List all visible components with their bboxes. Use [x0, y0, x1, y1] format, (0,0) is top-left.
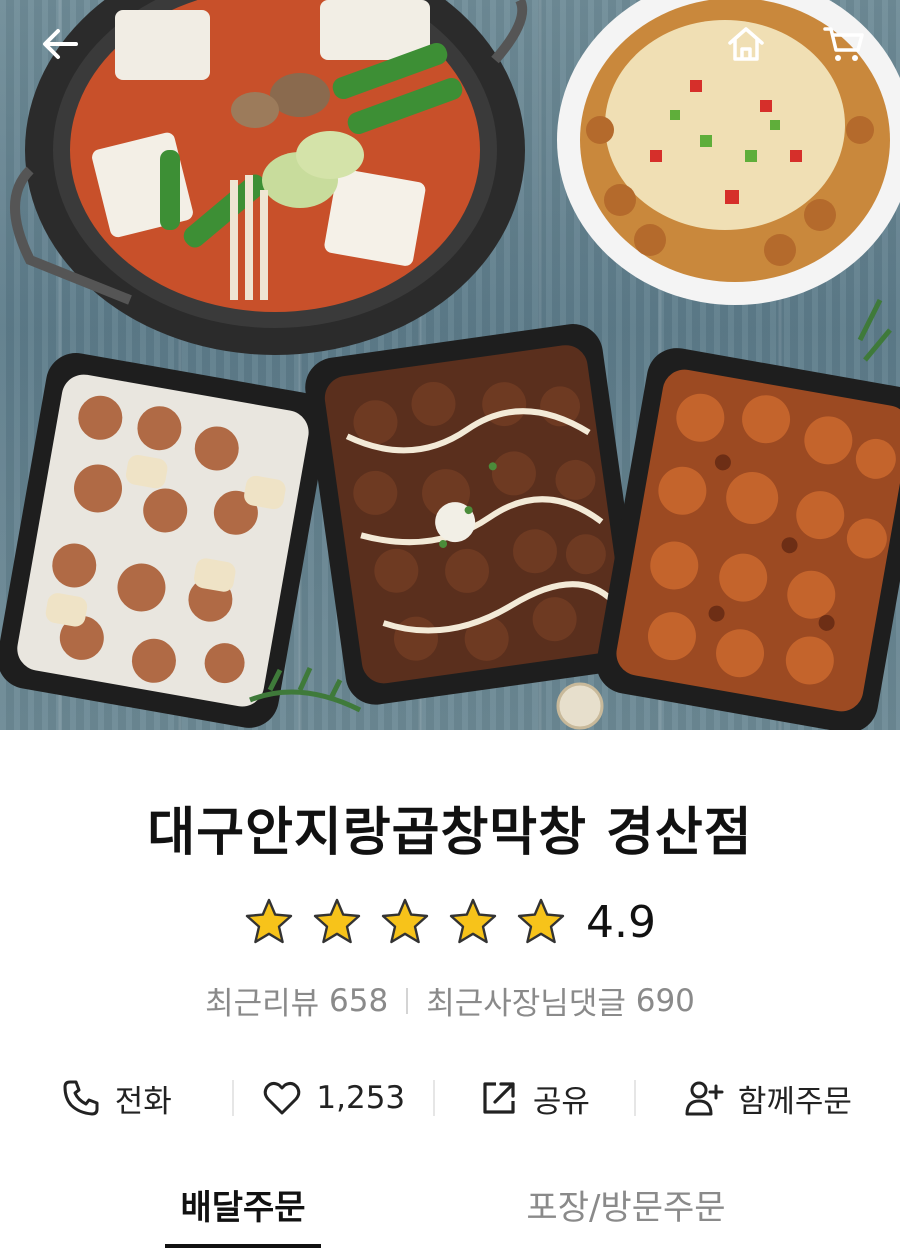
- home-icon: [728, 27, 764, 61]
- owner-replies-label: 최근사장님댓글: [426, 986, 626, 1022]
- store-hero-photo: [0, 0, 900, 730]
- hotpot-dish: [10, 0, 528, 355]
- star-icon: [244, 897, 294, 947]
- food-photo: [0, 0, 900, 730]
- like-count: 1,253: [316, 1080, 406, 1116]
- order-type-tabs: 배달주문 포장/방문주문: [0, 1180, 900, 1250]
- like-button[interactable]: 1,253: [234, 1068, 433, 1128]
- review-summary: 최근리뷰 658 최근사장님댓글 690: [0, 978, 900, 1023]
- cart-icon: [823, 27, 864, 61]
- tab-pickup-label: 포장/방문주문: [526, 1188, 726, 1228]
- recent-reviews-count: 658: [329, 982, 389, 1019]
- star-icon: [448, 897, 498, 947]
- star-icon: [516, 897, 566, 947]
- rating-value: 4.9: [586, 896, 656, 948]
- home-button[interactable]: [720, 18, 772, 70]
- share-icon: [483, 1082, 515, 1114]
- arrow-left-icon: [43, 29, 78, 59]
- tab-delivery-label: 배달주문: [180, 1188, 306, 1228]
- rating-row: 4.9: [0, 890, 900, 954]
- tab-delivery[interactable]: 배달주문: [0, 1180, 486, 1248]
- call-button[interactable]: 전화: [0, 1068, 232, 1128]
- divider: [406, 987, 409, 1014]
- cart-button[interactable]: [818, 18, 870, 70]
- add-user-icon: [685, 1081, 724, 1116]
- gopchang-tray-left: [0, 353, 328, 728]
- recent-reviews-label: 최근리뷰: [205, 986, 320, 1022]
- phone-icon: [63, 1080, 99, 1116]
- heart-icon: [264, 1081, 301, 1115]
- owner-replies-count: 690: [635, 982, 695, 1019]
- makchang-tray-middle: [305, 324, 644, 705]
- star-icon: [380, 897, 430, 947]
- star-icon: [312, 897, 362, 947]
- share-button[interactable]: 공유: [435, 1068, 634, 1128]
- back-button[interactable]: [34, 18, 86, 70]
- active-tab-indicator: [165, 1244, 321, 1248]
- call-label: 전화: [114, 1083, 172, 1120]
- spicy-tray-right: [596, 348, 900, 730]
- store-name: 대구안지랑곱창막창 경산점: [147, 803, 753, 863]
- group-order-label: 함께주문: [737, 1083, 852, 1120]
- action-bar: 전화 1,253 공유 함께주문: [0, 1068, 900, 1128]
- group-order-button[interactable]: 함께주문: [636, 1068, 900, 1128]
- share-label: 공유: [532, 1083, 590, 1120]
- rating-stars: [244, 897, 566, 947]
- tab-pickup[interactable]: 포장/방문주문: [486, 1180, 900, 1246]
